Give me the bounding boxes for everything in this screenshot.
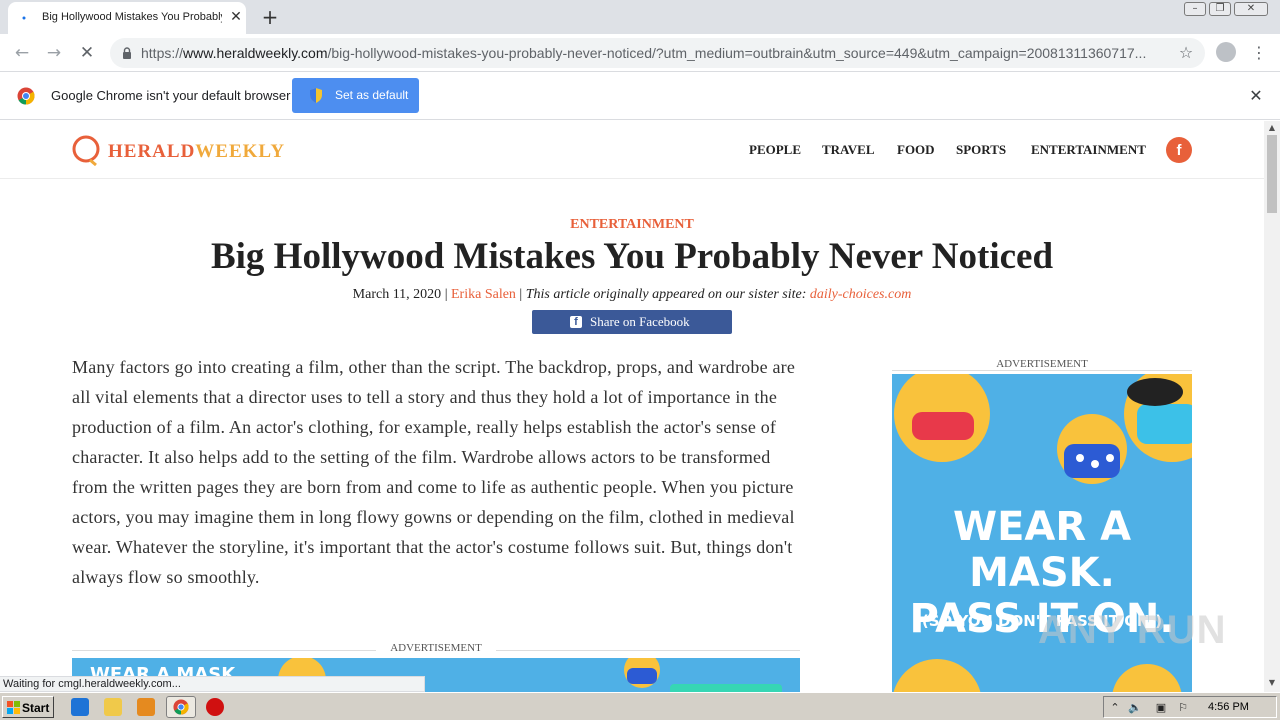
site-logo[interactable]: HERALDWEEKLY [72, 134, 312, 168]
profile-avatar-icon[interactable] [1216, 42, 1236, 62]
nav-people[interactable]: PEOPLE [749, 142, 801, 158]
site-header: HERALDWEEKLY PEOPLE TRAVEL FOOD SPORTS E… [0, 121, 1264, 179]
new-tab-button[interactable]: + [258, 5, 282, 29]
scroll-down-arrow-icon[interactable]: ▼ [1264, 676, 1280, 690]
article-date: March 11, 2020 [352, 287, 442, 302]
share-on-facebook-button[interactable]: f Share on Facebook [532, 310, 732, 334]
logo-text: HERALDWEEKLY [108, 141, 285, 163]
media-player-icon[interactable] [137, 698, 155, 716]
logo-mark-icon [72, 135, 100, 166]
facebook-square-icon: f [570, 316, 582, 328]
system-tray: ⌃ 🔈 ▣ ⚐ 4:56 PM [1103, 696, 1277, 718]
side-ad-label: ADVERTISEMENT [990, 358, 1094, 370]
window-close-button[interactable]: ✕ [1234, 2, 1268, 16]
inline-ad-cta[interactable] [670, 684, 782, 692]
status-bubble: Waiting for cmgl.heraldweekly.com... [0, 676, 425, 692]
scroll-up-arrow-icon[interactable]: ▲ [1264, 121, 1280, 135]
tray-expand-icon[interactable]: ⌃ [1108, 701, 1122, 715]
set-as-default-label: Set as default [335, 88, 409, 102]
tab-title: Big Hollywood Mistakes You Probably [42, 11, 222, 23]
scroll-thumb[interactable] [1267, 135, 1277, 213]
loading-favicon-icon [22, 16, 26, 20]
nav-sports[interactable]: SPORTS [956, 142, 1006, 158]
default-browser-infobar: Google Chrome isn't your default browser… [0, 72, 1280, 120]
inline-ad-label: ADVERTISEMENT [376, 642, 496, 654]
article-byline: March 11, 2020 | Erika Salen | This arti… [352, 287, 912, 302]
article-title: Big Hollywood Mistakes You Probably Neve… [210, 236, 1054, 277]
restore-button[interactable]: ❐ [1209, 2, 1231, 16]
article-category[interactable]: ENTERTAINMENT [0, 217, 1264, 233]
tab-close-icon[interactable]: ✕ [228, 9, 244, 25]
network-icon[interactable]: ▣ [1154, 701, 1168, 715]
tab-strip: Big Hollywood Mistakes You Probably ✕ + … [0, 0, 1280, 34]
origin-note: This article originally appeared on our … [525, 287, 807, 302]
infobar-message: Google Chrome isn't your default browser [51, 88, 291, 103]
back-arrow-icon[interactable]: ← [10, 42, 34, 64]
start-button[interactable]: Start [2, 696, 54, 718]
browser-tab[interactable]: Big Hollywood Mistakes You Probably ✕ [8, 2, 246, 34]
antivirus-icon[interactable] [206, 698, 224, 716]
article-body: Many factors go into creating a film, ot… [72, 357, 796, 587]
anyrun-watermark: ANY RUN [1038, 608, 1227, 652]
uac-shield-icon [310, 88, 322, 103]
start-label: Start [22, 701, 50, 715]
chrome-logo-icon [17, 87, 35, 105]
nav-travel[interactable]: TRAVEL [822, 142, 875, 158]
windows-flag-icon [7, 701, 20, 714]
origin-site-link[interactable]: daily-choices.com [810, 287, 911, 302]
lock-icon [123, 47, 131, 59]
page-viewport: HERALDWEEKLY PEOPLE TRAVEL FOOD SPORTS E… [0, 121, 1264, 692]
page-scrollbar[interactable]: ▲ ▼ [1264, 121, 1280, 692]
logo-text-weekly: WEEKLY [195, 141, 286, 162]
volume-icon[interactable]: 🔈 [1128, 701, 1142, 715]
menu-dots-icon[interactable]: ⋮ [1250, 42, 1268, 64]
forward-arrow-icon[interactable]: → [42, 42, 66, 64]
browser-toolbar: ← → ✕ https://www.heraldweekly.com/big-h… [0, 34, 1280, 72]
logo-text-herald: HERALD [108, 141, 196, 162]
author-link[interactable]: Erika Salen [451, 287, 516, 302]
url-host: www.heraldweekly.com [183, 45, 328, 61]
nav-food[interactable]: FOOD [897, 142, 935, 158]
set-as-default-button[interactable]: Set as default [292, 78, 419, 113]
bookmark-star-icon[interactable]: ☆ [1176, 43, 1196, 63]
internet-explorer-icon[interactable] [71, 698, 89, 716]
file-explorer-icon[interactable] [104, 698, 122, 716]
minimize-button[interactable]: – [1184, 2, 1206, 16]
clock[interactable]: 4:56 PM [1208, 701, 1249, 713]
stop-loading-icon[interactable]: ✕ [75, 42, 99, 64]
address-bar[interactable]: https://www.heraldweekly.com/big-hollywo… [110, 38, 1205, 68]
side-ad-line1: WEAR A MASK. [952, 504, 1132, 596]
infobar-close-icon[interactable]: ✕ [1246, 86, 1266, 106]
share-label: Share on Facebook [590, 314, 690, 329]
chrome-taskbar-icon [173, 699, 189, 715]
url-scheme: https:// [141, 45, 184, 61]
emoji-mask-small-illustration [624, 658, 660, 688]
chrome-taskbar-button[interactable] [166, 696, 196, 718]
url-text[interactable]: https://www.heraldweekly.com/big-hollywo… [141, 45, 1171, 61]
ad-divider [892, 370, 1192, 371]
facebook-icon[interactable]: f [1166, 137, 1192, 163]
windows-taskbar: Start ⌃ 🔈 ▣ ⚐ 4:56 PM [0, 692, 1280, 720]
action-center-flag-icon[interactable]: ⚐ [1176, 701, 1190, 715]
url-path: /big-hollywood-mistakes-you-probably-nev… [327, 45, 1147, 61]
nav-entertainment[interactable]: ENTERTAINMENT [1031, 142, 1146, 158]
